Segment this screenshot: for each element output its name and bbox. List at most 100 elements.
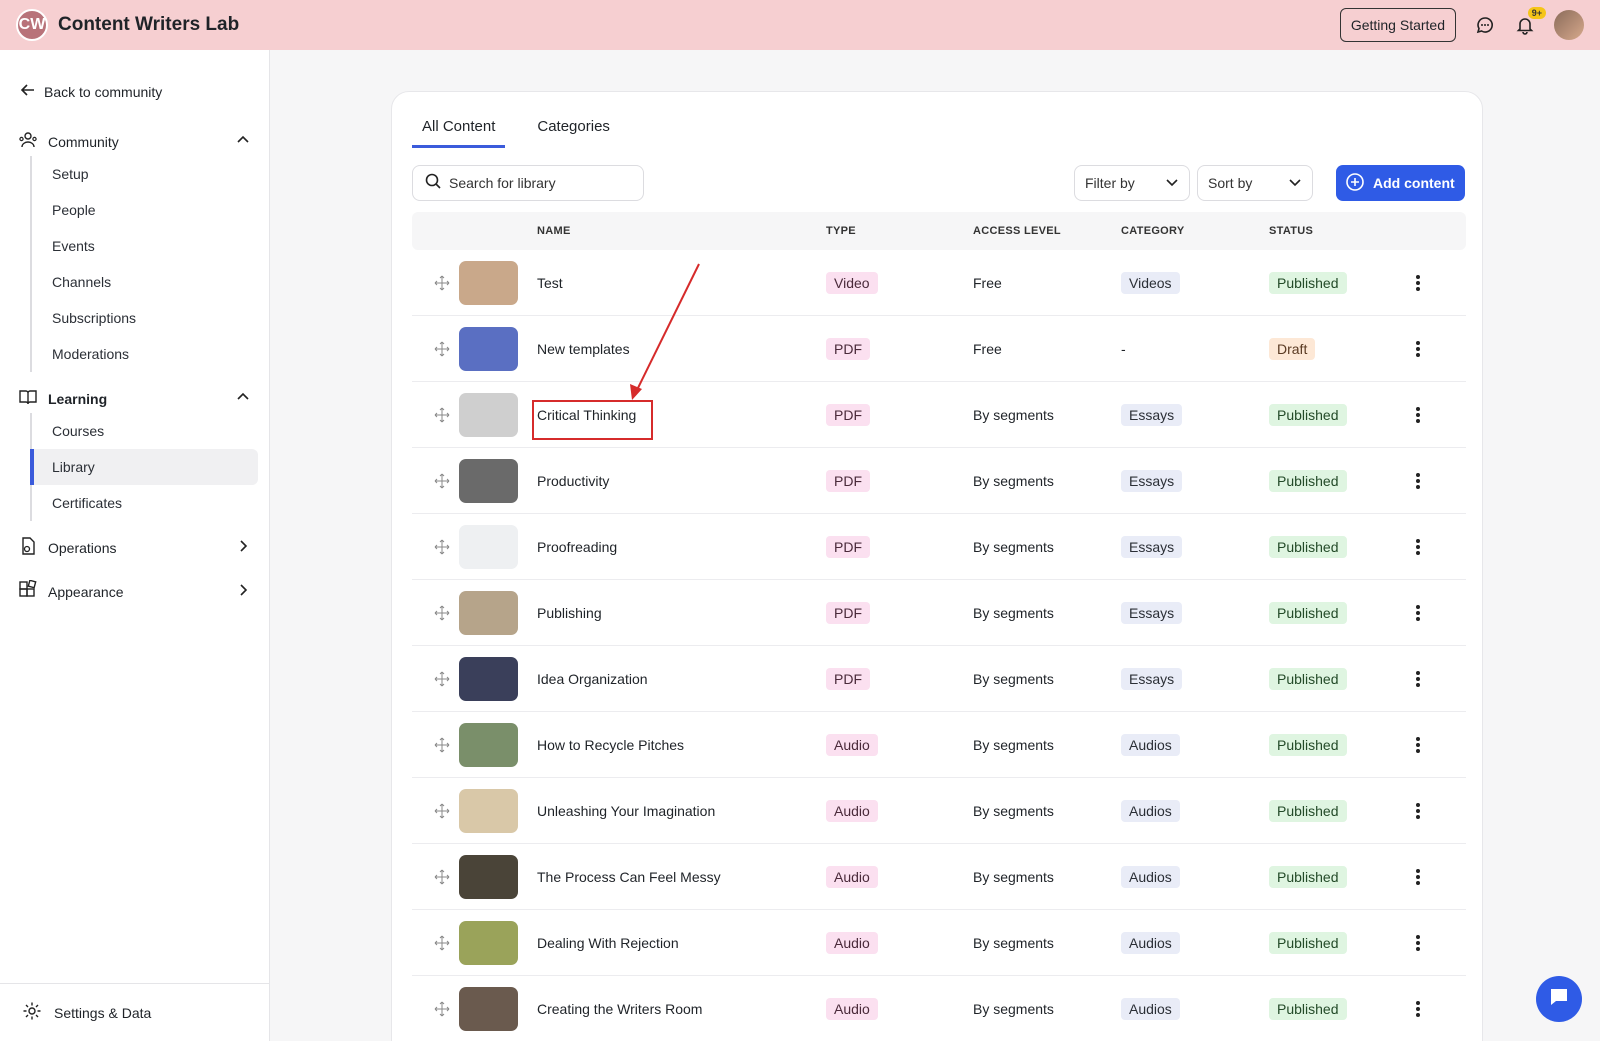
- more-options-icon[interactable]: [1415, 448, 1421, 514]
- tab-categories[interactable]: Categories: [535, 118, 612, 148]
- app-logo[interactable]: CW: [16, 9, 48, 41]
- sidebar-item-people[interactable]: People: [32, 192, 258, 228]
- column-access-level[interactable]: ACCESS LEVEL: [973, 225, 1061, 237]
- row-name[interactable]: Productivity: [537, 448, 609, 514]
- drag-handle-icon[interactable]: [434, 580, 450, 646]
- table-row[interactable]: Idea Organization PDF By segments Essays…: [412, 646, 1466, 712]
- drag-handle-icon[interactable]: [434, 448, 450, 514]
- table-row[interactable]: New templates PDF Free - Draft: [412, 316, 1466, 382]
- row-name[interactable]: Publishing: [537, 580, 602, 646]
- search-input[interactable]: [449, 175, 619, 191]
- content-thumbnail[interactable]: [459, 393, 518, 437]
- bell-icon[interactable]: 9+: [1514, 7, 1546, 36]
- sidebar-item-moderations[interactable]: Moderations: [32, 336, 258, 372]
- column-type[interactable]: TYPE: [826, 225, 856, 237]
- sidebar-section-community[interactable]: Community: [18, 130, 250, 153]
- community-icon: [18, 130, 38, 153]
- table-row[interactable]: How to Recycle Pitches Audio By segments…: [412, 712, 1466, 778]
- sidebar-section-operations[interactable]: Operations: [18, 536, 250, 559]
- sidebar-item-subscriptions[interactable]: Subscriptions: [32, 300, 258, 336]
- add-content-button[interactable]: Add content: [1336, 165, 1465, 201]
- sidebar-item-courses[interactable]: Courses: [32, 413, 258, 449]
- row-name[interactable]: The Process Can Feel Messy: [537, 844, 721, 910]
- content-thumbnail[interactable]: [459, 855, 518, 899]
- table-row[interactable]: Productivity PDF By segments Essays Publ…: [412, 448, 1466, 514]
- drag-handle-icon[interactable]: [434, 250, 450, 316]
- row-name[interactable]: New templates: [537, 316, 630, 382]
- sidebar-item-events[interactable]: Events: [32, 228, 258, 264]
- more-options-icon[interactable]: [1415, 316, 1421, 382]
- chat-icon[interactable]: [1474, 14, 1496, 36]
- search-icon: [425, 173, 441, 194]
- support-chat-button[interactable]: [1536, 976, 1582, 1022]
- chevron-up-icon[interactable]: [236, 390, 250, 407]
- add-content-label: Add content: [1373, 175, 1455, 191]
- user-avatar[interactable]: [1554, 10, 1584, 40]
- content-thumbnail[interactable]: [459, 525, 518, 569]
- more-options-icon[interactable]: [1415, 910, 1421, 976]
- row-name[interactable]: Proofreading: [537, 514, 617, 580]
- row-name[interactable]: Test: [537, 250, 563, 316]
- content-thumbnail[interactable]: [459, 327, 518, 371]
- drag-handle-icon[interactable]: [434, 976, 450, 1041]
- table-row[interactable]: Proofreading PDF By segments Essays Publ…: [412, 514, 1466, 580]
- sidebar-item-setup[interactable]: Setup: [32, 156, 258, 192]
- column-name[interactable]: NAME: [537, 225, 571, 237]
- more-options-icon[interactable]: [1415, 976, 1421, 1041]
- more-options-icon[interactable]: [1415, 580, 1421, 646]
- row-access-level: Free: [973, 341, 1002, 357]
- content-thumbnail[interactable]: [459, 459, 518, 503]
- content-thumbnail[interactable]: [459, 921, 518, 965]
- getting-started-button[interactable]: Getting Started: [1339, 8, 1456, 42]
- more-options-icon[interactable]: [1415, 382, 1421, 448]
- sort-dropdown[interactable]: Sort by: [1197, 165, 1313, 201]
- drag-handle-icon[interactable]: [434, 382, 450, 448]
- more-options-icon[interactable]: [1415, 712, 1421, 778]
- sidebar-section-learning[interactable]: Learning: [18, 387, 250, 410]
- drag-handle-icon[interactable]: [434, 514, 450, 580]
- content-thumbnail[interactable]: [459, 987, 518, 1031]
- sidebar-section-appearance[interactable]: Appearance: [18, 579, 250, 603]
- column-category[interactable]: CATEGORY: [1121, 225, 1185, 237]
- sidebar-item-channels[interactable]: Channels: [32, 264, 258, 300]
- table-row[interactable]: Unleashing Your Imagination Audio By seg…: [412, 778, 1466, 844]
- more-options-icon[interactable]: [1415, 250, 1421, 316]
- content-thumbnail[interactable]: [459, 591, 518, 635]
- sidebar-item-library[interactable]: Library: [30, 449, 258, 485]
- drag-handle-icon[interactable]: [434, 316, 450, 382]
- drag-handle-icon[interactable]: [434, 778, 450, 844]
- drag-handle-icon[interactable]: [434, 910, 450, 976]
- table-row[interactable]: The Process Can Feel Messy Audio By segm…: [412, 844, 1466, 910]
- row-name[interactable]: Dealing With Rejection: [537, 910, 679, 976]
- more-options-icon[interactable]: [1415, 514, 1421, 580]
- tab-all-content[interactable]: All Content: [412, 118, 506, 148]
- row-name[interactable]: Unleashing Your Imagination: [537, 778, 715, 844]
- table-row[interactable]: Creating the Writers Room Audio By segme…: [412, 976, 1466, 1041]
- chevron-right-icon[interactable]: [236, 583, 250, 600]
- drag-handle-icon[interactable]: [434, 646, 450, 712]
- content-thumbnail[interactable]: [459, 723, 518, 767]
- more-options-icon[interactable]: [1415, 646, 1421, 712]
- drag-handle-icon[interactable]: [434, 844, 450, 910]
- chevron-up-icon[interactable]: [236, 133, 250, 150]
- row-name[interactable]: Creating the Writers Room: [537, 976, 702, 1041]
- content-thumbnail[interactable]: [459, 657, 518, 701]
- table-row[interactable]: Dealing With Rejection Audio By segments…: [412, 910, 1466, 976]
- row-name[interactable]: How to Recycle Pitches: [537, 712, 684, 778]
- table-row[interactable]: Test Video Free Videos Published: [412, 250, 1466, 316]
- filter-dropdown[interactable]: Filter by: [1074, 165, 1190, 201]
- settings-and-data-link[interactable]: Settings & Data: [0, 983, 269, 1041]
- content-thumbnail[interactable]: [459, 789, 518, 833]
- back-to-community-link[interactable]: Back to community: [20, 82, 162, 101]
- more-options-icon[interactable]: [1415, 778, 1421, 844]
- column-status[interactable]: STATUS: [1269, 225, 1313, 237]
- more-options-icon[interactable]: [1415, 844, 1421, 910]
- drag-handle-icon[interactable]: [434, 712, 450, 778]
- sidebar-item-certificates[interactable]: Certificates: [32, 485, 258, 521]
- chevron-right-icon[interactable]: [236, 539, 250, 556]
- content-thumbnail[interactable]: [459, 261, 518, 305]
- sidebar: Back to community Community Setup People…: [0, 50, 270, 1041]
- row-name[interactable]: Idea Organization: [537, 646, 648, 712]
- row-category-badge: Videos: [1121, 272, 1180, 294]
- table-row[interactable]: Publishing PDF By segments Essays Publis…: [412, 580, 1466, 646]
